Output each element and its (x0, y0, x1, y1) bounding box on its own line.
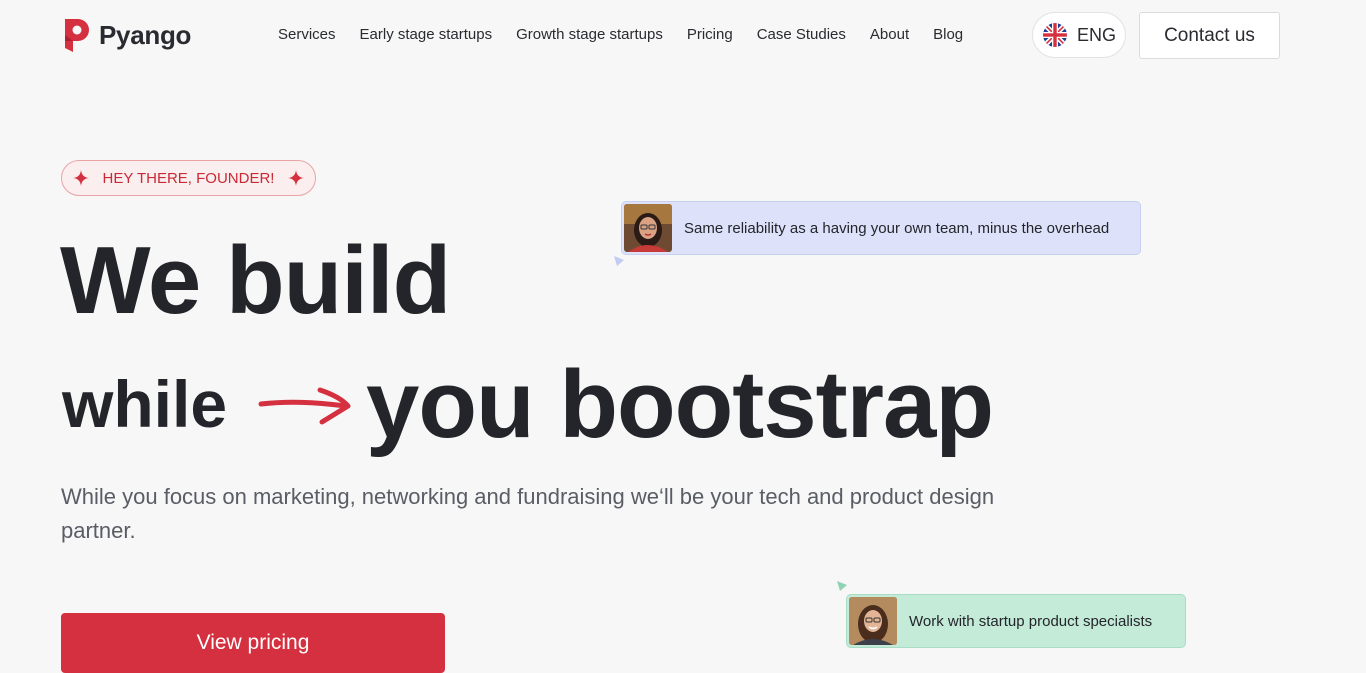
brand-name: Pyango (99, 20, 192, 50)
nav-services[interactable]: Services (278, 26, 336, 43)
pyango-logo-icon (65, 19, 89, 52)
main-nav: Services Early stage startups Growth sta… (278, 26, 987, 43)
headline-line-2: you bootstrap (366, 351, 994, 458)
hero-badge: HEY THERE, FOUNDER! (61, 160, 316, 196)
nav-early-stage-startups[interactable]: Early stage startups (360, 26, 493, 43)
bubble-pointer-icon (614, 256, 624, 266)
headline-line-1: We build (60, 227, 451, 334)
sparkle-icon (72, 170, 89, 186)
sparkle-icon (288, 170, 305, 186)
view-pricing-button[interactable]: View pricing (61, 613, 445, 673)
brand-logo[interactable]: Pyango (61, 17, 191, 54)
badge-text: HEY THERE, FOUNDER! (102, 169, 275, 187)
language-label: ENG (1077, 24, 1117, 45)
bubble-pointer-icon (837, 581, 847, 591)
testimonial-bubble-2: Work with startup product specialists (846, 594, 1186, 648)
bubble-1-text: Same reliability as a having your own te… (684, 219, 1110, 237)
nav-case-studies[interactable]: Case Studies (757, 26, 846, 43)
testimonial-bubble-1: Same reliability as a having your own te… (621, 201, 1141, 255)
uk-flag-icon (1043, 23, 1067, 47)
arrow-right-icon (258, 387, 351, 425)
language-selector[interactable]: ENG (1032, 12, 1126, 58)
contact-us-button[interactable]: Contact us (1139, 12, 1280, 59)
headline-while: while (62, 367, 228, 441)
nav-blog[interactable]: Blog (933, 26, 963, 43)
avatar (624, 204, 672, 252)
bubble-2-text: Work with startup product specialists (909, 612, 1153, 630)
nav-growth-stage-startups[interactable]: Growth stage startups (516, 26, 663, 43)
hero-subtitle: While you focus on marketing, networking… (61, 484, 995, 543)
nav-about[interactable]: About (870, 26, 909, 43)
nav-pricing[interactable]: Pricing (687, 26, 733, 43)
avatar (849, 597, 897, 645)
